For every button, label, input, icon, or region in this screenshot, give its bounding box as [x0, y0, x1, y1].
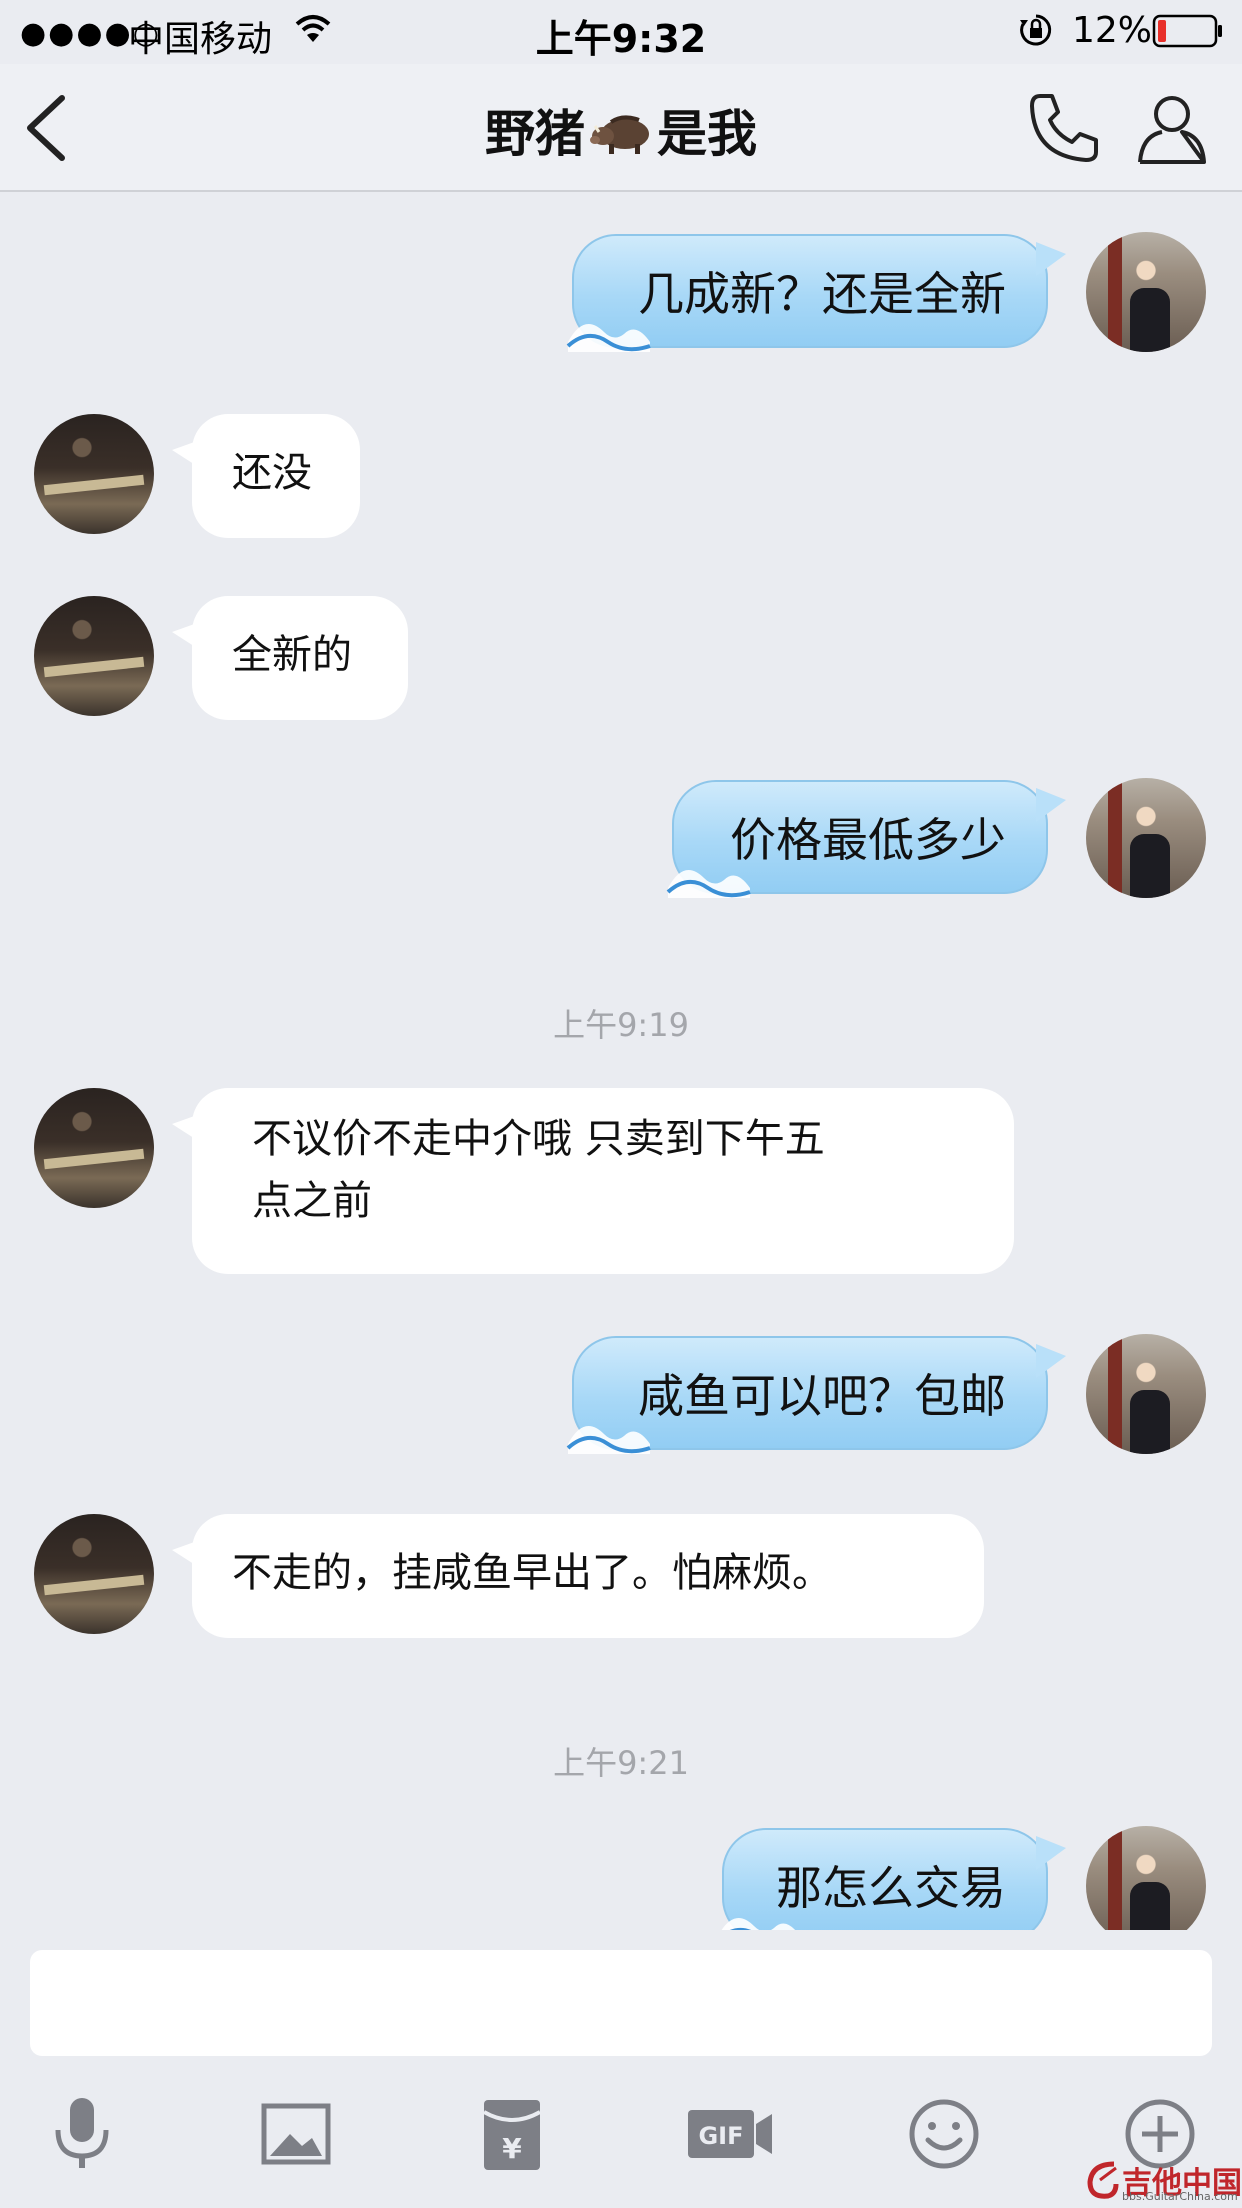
gif-button[interactable]: GIF: [686, 2094, 776, 2174]
svg-text:¥: ¥: [502, 2132, 522, 2165]
message-list[interactable]: 几成新？还是全新 还没 全新的 价格最低多少 上午9:19 不议价不走中介哦 只…: [0, 192, 1242, 1930]
message-text: 全新的: [232, 632, 352, 678]
message-text: 咸鱼可以吧？包邮: [638, 1369, 1006, 1423]
wave-decoration-icon: [721, 1918, 796, 1930]
contact-message-bubble[interactable]: 不走的，挂咸鱼早出了。怕麻烦。: [172, 1514, 984, 1638]
message-timestamp: 上午9:19: [553, 1006, 689, 1044]
watermark-url: bbs.GuitarChina.com: [1122, 2190, 1238, 2203]
rotation-lock-icon: [1018, 12, 1054, 52]
battery-icon: [1152, 14, 1224, 52]
red-packet-button[interactable]: ¥: [472, 2094, 552, 2174]
wave-decoration-icon: [666, 870, 751, 898]
guitar-logo-icon: [1087, 2161, 1119, 2199]
title-suffix: 是我: [657, 105, 757, 163]
message-text: 不走的，挂咸鱼早出了。怕麻烦。: [232, 1550, 832, 1596]
my-message-bubble[interactable]: 价格最低多少: [666, 780, 1066, 898]
person-icon: [1138, 96, 1206, 164]
message-text-line: 不议价不走中介哦 只卖到下午五: [252, 1116, 825, 1162]
my-avatar[interactable]: [1086, 1826, 1206, 1930]
emoji-icon: [909, 2099, 979, 2169]
call-button[interactable]: [1026, 90, 1102, 170]
contact-avatar[interactable]: [34, 596, 154, 716]
wave-decoration-icon: [566, 1426, 651, 1454]
message-text: 价格最低多少: [730, 813, 1006, 867]
message-text: 那怎么交易: [776, 1861, 1006, 1915]
microphone-icon: [55, 2098, 109, 2168]
title-name-part: 野猪: [485, 105, 585, 163]
red-packet-icon: ¥: [483, 2100, 541, 2170]
watermark-logo: 吉他中国 bbs.GuitarChina.com: [1086, 2158, 1242, 2204]
emoji-button[interactable]: [904, 2094, 984, 2174]
gif-icon: GIF: [688, 2110, 772, 2158]
contact-avatar[interactable]: [34, 1088, 154, 1208]
profile-button[interactable]: [1134, 90, 1210, 170]
chat-header: 野猪 是我: [0, 64, 1242, 192]
wave-decoration-icon: [566, 324, 651, 352]
boar-icon: [589, 108, 653, 168]
input-bar: ¥ GIF: [0, 1930, 1242, 2208]
my-avatar[interactable]: [1086, 232, 1206, 352]
voice-button[interactable]: [42, 2094, 122, 2174]
message-text-line: 点之前: [252, 1178, 372, 1224]
contact-avatar[interactable]: [34, 1514, 154, 1634]
my-avatar[interactable]: [1086, 778, 1206, 898]
contact-message-bubble[interactable]: 不议价不走中介哦 只卖到下午五 点之前: [172, 1088, 1014, 1274]
message-timestamp: 上午9:21: [553, 1744, 689, 1782]
my-message-bubble[interactable]: 那怎么交易: [721, 1828, 1066, 1930]
message-text: 还没: [232, 450, 312, 496]
image-button[interactable]: [256, 2094, 336, 2174]
contact-avatar[interactable]: [34, 414, 154, 534]
battery-percentage: 12%: [1072, 10, 1153, 51]
contact-message-bubble[interactable]: 全新的: [172, 596, 408, 720]
my-message-bubble[interactable]: 几成新？还是全新: [566, 234, 1066, 352]
my-message-bubble[interactable]: 咸鱼可以吧？包邮: [566, 1336, 1066, 1454]
svg-text:GIF: GIF: [698, 2122, 743, 2150]
status-time: 上午9:32: [535, 17, 707, 61]
message-input[interactable]: [30, 1950, 1212, 2056]
image-icon: [261, 2103, 331, 2165]
contact-message-bubble[interactable]: 还没: [172, 414, 360, 538]
phone-icon: [1030, 94, 1098, 162]
message-text: 几成新？还是全新: [638, 267, 1006, 321]
my-avatar[interactable]: [1086, 1334, 1206, 1454]
status-bar: ●●●●○ 中国移动 上午9:32 12%: [0, 0, 1242, 64]
